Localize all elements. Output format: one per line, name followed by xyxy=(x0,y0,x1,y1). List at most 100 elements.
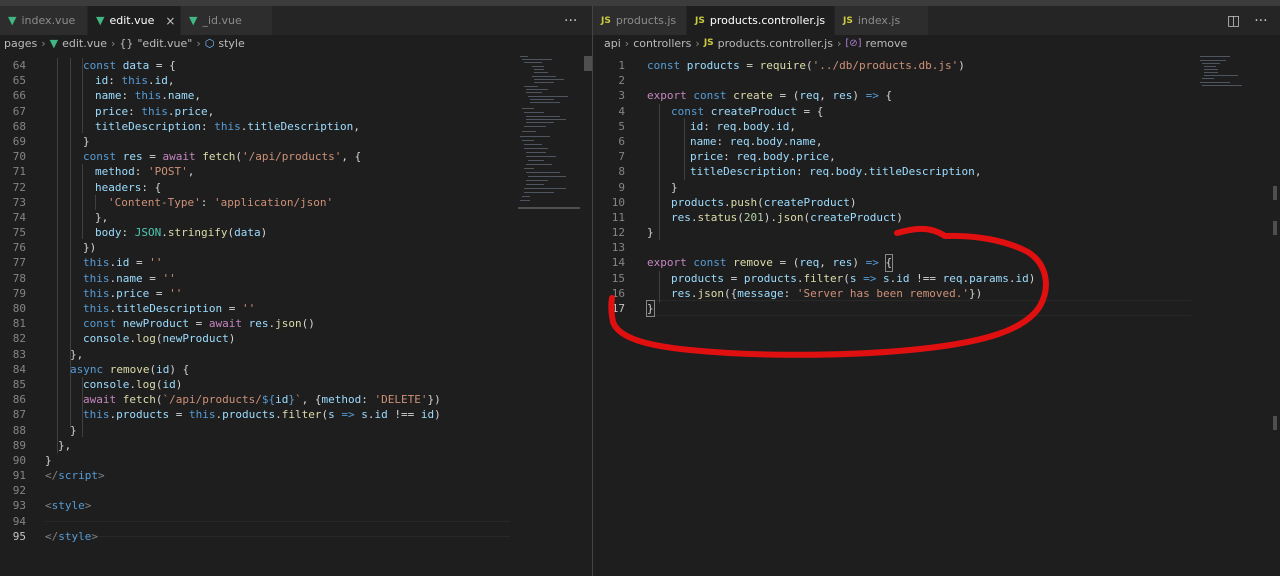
scrollbar-marker[interactable] xyxy=(1273,186,1277,200)
tab-index-js[interactable]: JS index.js xyxy=(835,6,929,35)
js-file-icon: JS xyxy=(843,15,853,26)
code-line: 77 this.id = '' xyxy=(12,256,163,270)
editor-pane-right: JS products.js JS products.controller.js… xyxy=(593,6,1280,576)
chevron-right-icon: › xyxy=(695,36,700,50)
code-line: 79 this.price = '' xyxy=(12,286,183,300)
code-line: 86 await fetch(`/api/products/${id}`, {me… xyxy=(12,393,441,407)
code-line: 82 console.log(newProduct) xyxy=(12,332,236,346)
tab-label: products.js xyxy=(615,14,677,27)
code-line: 11 res.status(201).json(createProduct) xyxy=(611,210,903,224)
breadcrumb-item[interactable]: controllers xyxy=(633,37,691,50)
code-line: 84 async remove(id) { xyxy=(12,362,190,376)
tab-label: products.controller.js xyxy=(709,14,826,27)
code-line: 75 body: JSON.stringify(data) xyxy=(12,226,268,240)
code-line: 83}, xyxy=(12,347,84,361)
code-line: 2 xyxy=(618,74,625,88)
chevron-right-icon: › xyxy=(110,36,116,50)
code-line: 65 id: this.id, xyxy=(12,74,175,88)
breadcrumb-item[interactable]: edit.vue xyxy=(62,37,107,50)
symbol-variable-icon: [⊘] xyxy=(845,37,862,49)
code-line: 92 xyxy=(12,484,26,498)
js-file-icon: JS xyxy=(703,38,714,48)
tab-bar-right: JS products.js JS products.controller.js… xyxy=(593,6,1280,35)
split-editor-icon[interactable]: ◫ xyxy=(1227,13,1240,29)
vue-file-icon: ▼ xyxy=(8,14,17,27)
breadcrumb-item[interactable]: api xyxy=(604,37,621,50)
code-line: 89}, xyxy=(12,438,72,452)
chevron-right-icon: › xyxy=(196,36,201,50)
tab-index-vue[interactable]: ▼ index.vue xyxy=(0,6,88,35)
tab-edit-vue[interactable]: ▼ edit.vue × xyxy=(88,6,181,35)
code-line: 90} xyxy=(12,453,52,467)
code-line: 87 this.products = this.products.filter(s… xyxy=(12,408,441,422)
code-line: 12} xyxy=(611,226,654,240)
js-file-icon: JS xyxy=(695,15,705,26)
close-icon[interactable]: × xyxy=(165,14,175,28)
code-line: 6 name: req.body.name, xyxy=(618,134,823,148)
js-file-icon: JS xyxy=(601,15,611,26)
tab-label: index.vue xyxy=(21,14,76,27)
code-line: 80 this.titleDescription = '' xyxy=(12,302,256,315)
code-line: 14 export const remove = (req, res) => { xyxy=(611,254,894,272)
tab-bar-left: ▼ index.vue ▼ edit.vue × ▼ _id.vue ··· xyxy=(0,6,592,35)
editor-pane-left: ▼ index.vue ▼ edit.vue × ▼ _id.vue ··· p… xyxy=(0,6,592,576)
code-line: 69} xyxy=(12,134,90,148)
code-line: 8 titleDescription: req.body.titleDescrip… xyxy=(618,165,982,179)
vue-file-icon: ▼ xyxy=(189,14,198,27)
code-line: 10 products.push(createProduct) xyxy=(611,195,857,209)
code-editor-right[interactable]: 1 const products = require('../db/product… xyxy=(593,58,1191,318)
tab-label: _id.vue xyxy=(202,14,242,27)
more-actions-icon[interactable]: ··· xyxy=(564,13,577,29)
vue-file-icon: ▼ xyxy=(96,14,105,27)
minimap-right[interactable] xyxy=(1198,56,1258,88)
code-line: 9} xyxy=(618,180,678,194)
scrollbar-thumb[interactable] xyxy=(584,56,592,71)
code-line: 85 console.log(id) xyxy=(12,377,183,391)
code-line: 3 export const create = (req, res) => { xyxy=(618,89,893,103)
code-line: 15 products = products.filter(s => s.id !… xyxy=(611,271,1036,285)
tab-label: edit.vue xyxy=(109,14,155,27)
code-line: 67 price: this.price, xyxy=(12,104,215,118)
code-line: 91 </script> xyxy=(12,469,105,483)
code-line: 13 xyxy=(611,241,625,255)
minimap-left[interactable] xyxy=(518,56,582,211)
code-line: 64 const data = { xyxy=(12,59,176,72)
tab-id-vue[interactable]: ▼ _id.vue xyxy=(181,6,273,35)
tab-products-js[interactable]: JS products.js xyxy=(593,6,687,35)
more-actions-icon[interactable]: ··· xyxy=(1254,13,1267,29)
breadcrumb-left: pages › ▼ edit.vue › {} "edit.vue" › ⬡ s… xyxy=(0,35,592,51)
breadcrumb-item[interactable]: "edit.vue" xyxy=(137,37,192,50)
chevron-right-icon: › xyxy=(41,36,46,50)
scrollbar-marker[interactable] xyxy=(1273,416,1277,430)
breadcrumb-right: api › controllers › JS products.controll… xyxy=(593,35,1280,51)
chevron-right-icon: › xyxy=(624,36,630,50)
symbol-object-icon: {} xyxy=(119,36,134,50)
code-line: 74}, xyxy=(12,210,109,224)
code-line: 70 const res = await fetch('/api/products… xyxy=(12,150,362,164)
symbol-style-icon: ⬡ xyxy=(204,36,215,50)
code-line: 4 const createProduct = { xyxy=(618,104,824,118)
scrollbar-marker[interactable] xyxy=(1273,221,1277,235)
code-line: 7 price: req.body.price, xyxy=(618,150,836,164)
code-line: 73 'Content-Type': 'application/json' xyxy=(12,195,334,209)
code-line: 68 titleDescription: this.titleDescriptio… xyxy=(12,119,360,133)
tab-products-controller-js[interactable]: JS products.controller.js × xyxy=(687,6,846,35)
breadcrumb-item[interactable]: pages xyxy=(4,37,37,50)
code-line: 16 res.json({message: 'Server has been re… xyxy=(611,286,983,300)
tab-label: index.js xyxy=(857,14,901,27)
code-line: 17} xyxy=(611,299,655,318)
code-line: 81 const newProduct = await res.json() xyxy=(12,317,315,331)
vue-file-icon: ▼ xyxy=(49,36,59,50)
breadcrumb-item[interactable]: remove xyxy=(866,37,908,50)
chevron-right-icon: › xyxy=(836,36,842,50)
code-editor-left[interactable]: 64 const data = { 65 id: this.id, 66 name: … xyxy=(0,58,510,544)
tab-tools-left: ··· xyxy=(564,6,577,35)
code-line: 94 xyxy=(12,514,26,528)
breadcrumb-item[interactable]: style xyxy=(218,37,244,50)
code-line: 72 headers: { xyxy=(12,180,162,194)
code-line: 1 const products = require('../db/product… xyxy=(618,59,965,72)
code-line: 71 method: 'POST', xyxy=(12,165,195,179)
code-line: 95 </style> xyxy=(12,529,98,543)
code-line: 93 <style> xyxy=(12,499,92,513)
breadcrumb-item[interactable]: products.controller.js xyxy=(718,37,833,50)
